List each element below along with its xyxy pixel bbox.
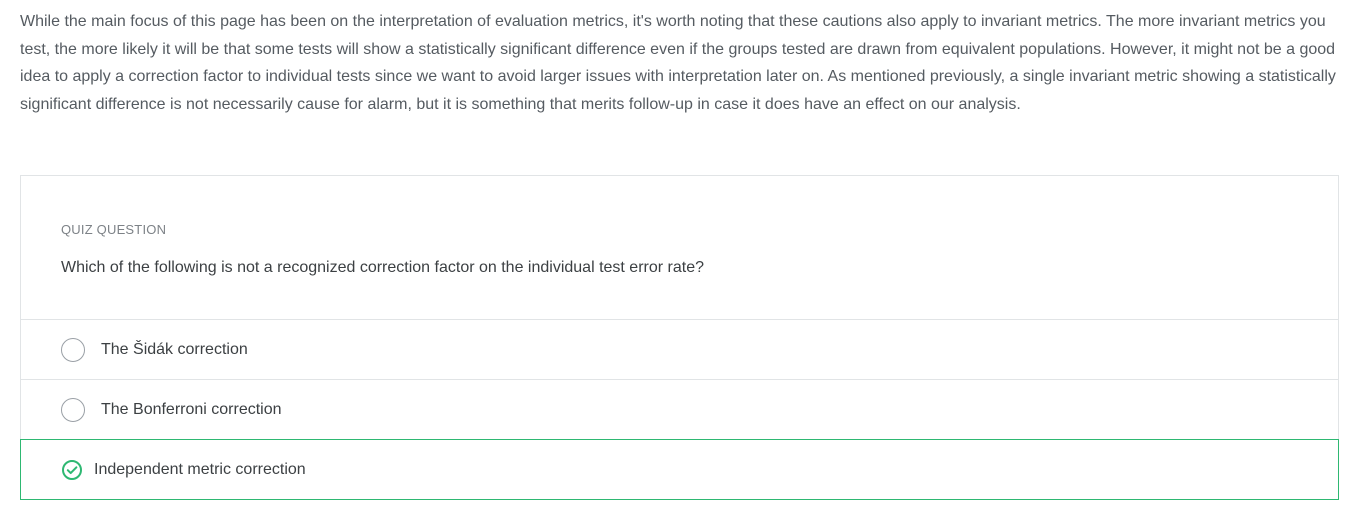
option-label: The Šidák correction [101,340,248,358]
quiz-question: Which of the following is not a recogniz… [61,259,704,276]
quiz-label: QUIZ QUESTION [61,222,167,237]
quiz-option-independent-metric[interactable]: Independent metric correction [20,439,1339,500]
quiz-card: QUIZ QUESTION Which of the following is … [20,175,1339,500]
quiz-header: QUIZ QUESTION Which of the following is … [21,176,1338,320]
lesson-content: While the main focus of this page has be… [20,8,1340,118]
quiz-option-bonferroni[interactable]: The Bonferroni correction [21,380,1338,440]
quiz-option-sidak[interactable]: The Šidák correction [21,320,1338,380]
option-label: The Bonferroni correction [101,400,282,418]
radio-circle-icon[interactable] [61,397,85,422]
check-circle-icon [62,459,82,480]
option-label: Independent metric correction [94,460,306,478]
intro-paragraph: While the main focus of this page has be… [20,13,1336,113]
radio-circle-icon[interactable] [61,337,85,362]
